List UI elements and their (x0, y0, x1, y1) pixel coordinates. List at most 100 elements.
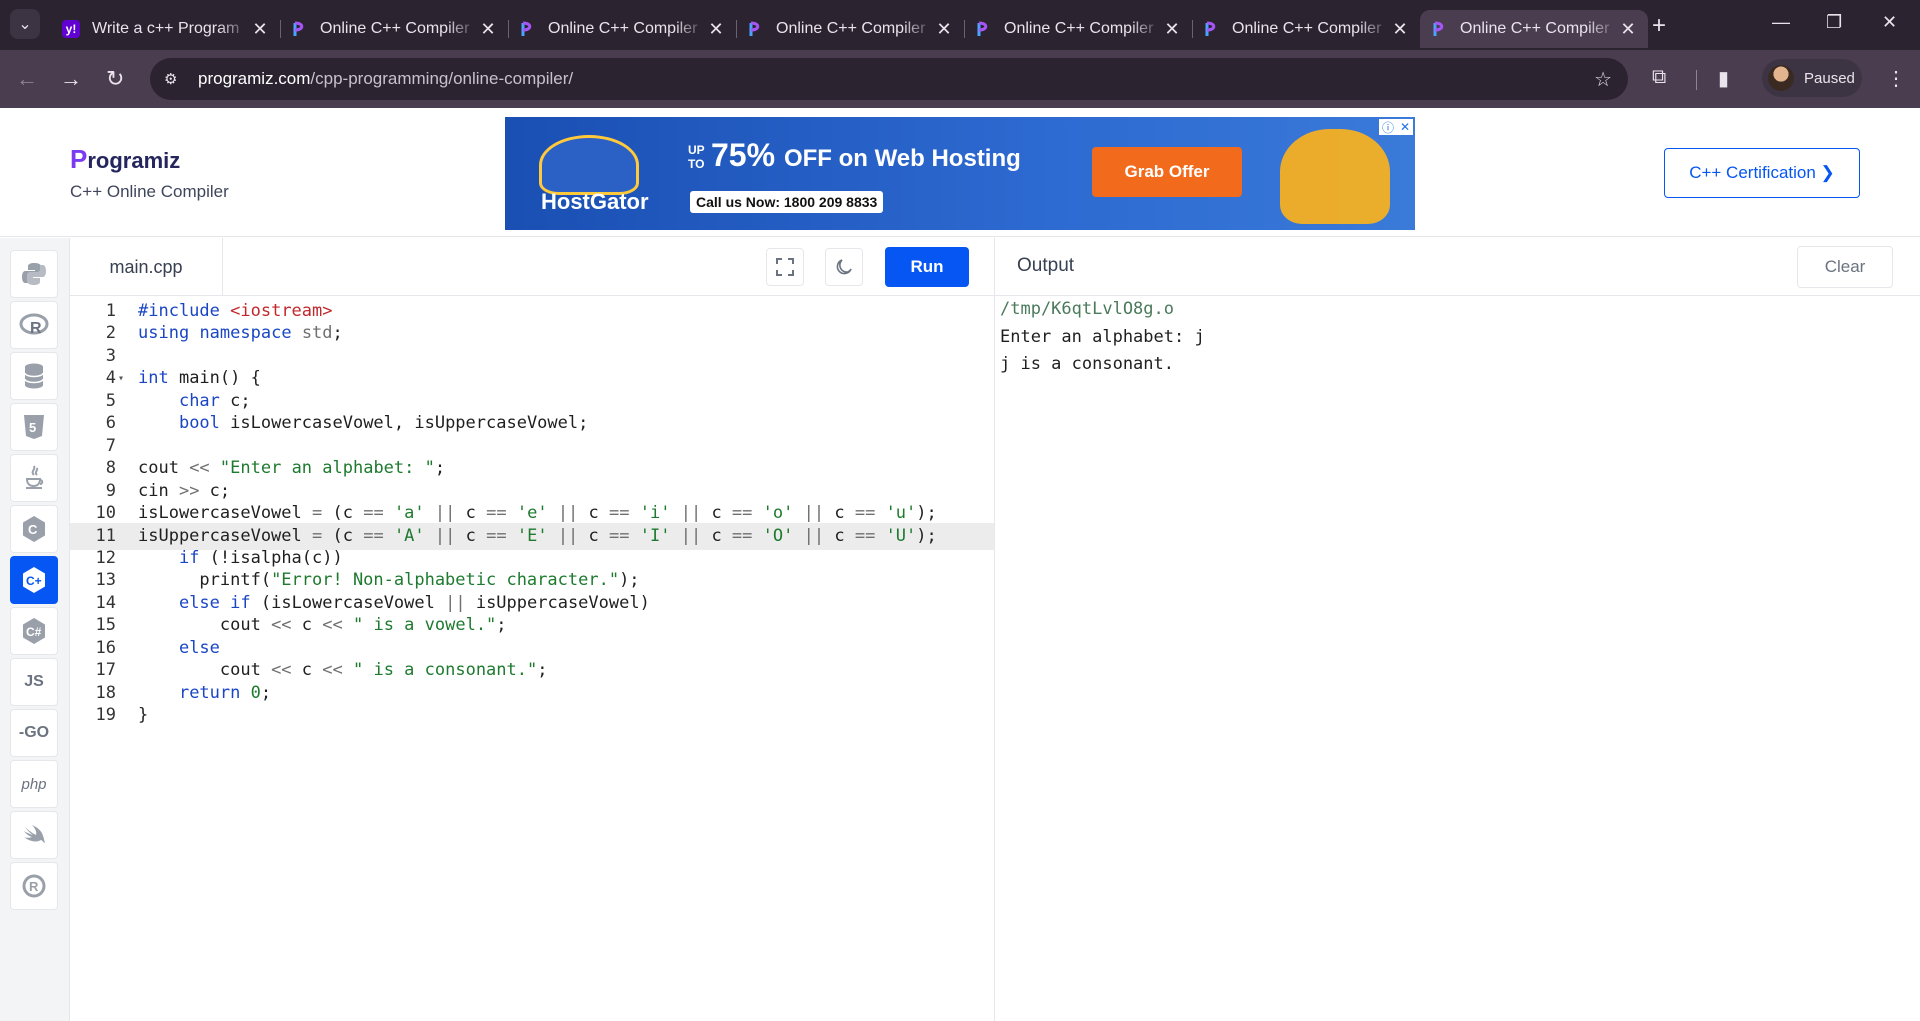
chevron-down-icon: ⌄ (18, 16, 32, 33)
tab-title: Online C++ Compiler (1232, 20, 1382, 37)
svg-text:C: C (28, 522, 38, 537)
close-icon[interactable]: ✕ (1400, 120, 1410, 134)
close-tab-icon[interactable]: ✕ (478, 19, 498, 40)
file-tab-main-cpp[interactable]: main.cpp (70, 238, 223, 296)
csharp-icon[interactable]: C# (10, 607, 58, 655)
pane-divider[interactable] (994, 238, 995, 1021)
profile-status: Paused (1804, 69, 1855, 87)
dark-mode-button[interactable] (825, 248, 863, 286)
js-label: JS (24, 673, 44, 690)
close-tab-icon[interactable]: ✕ (1618, 19, 1638, 40)
tab-search-button[interactable]: ⌄ (10, 9, 40, 39)
ad-choices[interactable]: ⓘ ✕ (1379, 119, 1413, 135)
c-icon[interactable]: C (10, 505, 58, 553)
minimize-icon[interactable]: — (1772, 12, 1790, 33)
certification-button[interactable]: C++ Certification ❯ (1664, 148, 1860, 198)
close-tab-icon[interactable]: ✕ (706, 19, 726, 40)
restore-icon[interactable]: ❐ (1826, 12, 1842, 33)
editor-header: main.cpp Run (70, 238, 995, 296)
ad-gator-image (1280, 129, 1390, 224)
tab-title: Online C++ Compiler (320, 20, 470, 37)
new-tab-icon[interactable]: + (1652, 12, 1666, 40)
ad-headline: 75% OFF on Web Hosting (711, 137, 1021, 173)
back-icon[interactable]: ← (16, 66, 38, 92)
programiz-icon (1430, 20, 1448, 38)
go-icon[interactable]: -GO (10, 709, 58, 757)
side-panel-icon[interactable]: ▮ (1718, 66, 1729, 91)
sql-icon[interactable] (10, 352, 58, 400)
browser-tab[interactable]: y! Write a c++ Program ✕ (52, 10, 280, 48)
programiz-icon (974, 20, 992, 38)
toolbar-divider (1696, 70, 1697, 90)
browser-tab[interactable]: Online C++ Compiler ✕ (280, 10, 508, 48)
avatar (1768, 65, 1794, 91)
language-sidebar: R 5 C C+ C# JS -GO php R (0, 238, 70, 1021)
fullscreen-icon (776, 258, 794, 276)
page-subtitle: C++ Online Compiler (70, 182, 229, 201)
browser-tab[interactable]: Online C++ Compiler ✕ (1192, 10, 1420, 48)
ad-brand: HostGator (541, 189, 649, 214)
svg-text:5: 5 (29, 420, 36, 435)
address-bar[interactable]: ⚙ programiz.com/cpp-programming/online-c… (150, 58, 1628, 100)
yahoo-icon: y! (62, 20, 80, 38)
browser-tab[interactable]: Online C++ Compiler ✕ (964, 10, 1192, 48)
ad-upto: UP TO (688, 143, 705, 171)
close-window-icon[interactable]: ✕ (1882, 12, 1897, 33)
ad-banner[interactable]: HostGator UP TO 75% OFF on Web Hosting C… (505, 117, 1415, 230)
browser-tab-strip: ⌄ y! Write a c++ Program ✕ Online C++ Co… (0, 0, 1920, 50)
svg-text:C+: C+ (26, 574, 42, 588)
code-line[interactable]: 19} (70, 702, 995, 730)
close-tab-icon[interactable]: ✕ (250, 19, 270, 40)
js-icon[interactable]: JS (10, 658, 58, 706)
output-console[interactable]: /tmp/K6qtLvlO8g.o Enter an alphabet: j j… (1000, 296, 1915, 1021)
swift-icon[interactable] (10, 811, 58, 859)
r-icon[interactable]: R (10, 301, 58, 349)
go-label: -GO (18, 724, 50, 741)
python-icon[interactable] (10, 250, 58, 298)
reload-icon[interactable]: ↻ (106, 66, 124, 92)
php-label: php (21, 775, 47, 793)
clear-button[interactable]: Clear (1797, 246, 1893, 288)
browser-toolbar: ← → ↻ ⚙ programiz.com/cpp-programming/on… (0, 50, 1920, 108)
site-header: Programiz C++ Online Compiler HostGator … (0, 108, 1920, 237)
programiz-logo[interactable]: Programiz (70, 144, 180, 175)
php-icon[interactable]: php (10, 760, 58, 808)
browser-tab[interactable]: Online C++ Compiler ✕ (508, 10, 736, 48)
forward-icon[interactable]: → (60, 66, 82, 92)
close-tab-icon[interactable]: ✕ (1162, 19, 1182, 40)
ad-mascot-image (539, 135, 639, 195)
close-tab-icon[interactable]: ✕ (934, 19, 954, 40)
java-icon[interactable] (10, 454, 58, 502)
svg-text:R: R (29, 879, 39, 894)
tab-title: Online C++ Compiler (1460, 20, 1610, 37)
moon-icon (836, 259, 852, 275)
ad-grab-offer-button[interactable]: Grab Offer (1092, 147, 1242, 197)
url-text: programiz.com/cpp-programming/online-com… (198, 69, 574, 88)
html5-icon[interactable]: 5 (10, 403, 58, 451)
svg-text:R: R (30, 320, 42, 337)
browser-tab[interactable]: Online C++ Compiler ✕ (736, 10, 964, 48)
browser-tab-active[interactable]: Online C++ Compiler ✕ (1420, 10, 1648, 48)
tab-list: y! Write a c++ Program ✕ Online C++ Comp… (52, 6, 1648, 50)
extensions-icon[interactable]: ⧉ (1652, 66, 1666, 89)
tab-title: Online C++ Compiler (1004, 20, 1154, 37)
bookmark-star-icon[interactable]: ☆ (1594, 67, 1612, 92)
programiz-icon (518, 20, 536, 38)
info-icon[interactable]: ⓘ (1382, 119, 1394, 136)
tab-title: Online C++ Compiler (776, 20, 926, 37)
code-editor[interactable]: 1 #include <iostream> 2 using namespace std… (70, 296, 995, 1021)
menu-kebab-icon[interactable]: ⋮ (1886, 66, 1906, 91)
run-button[interactable]: Run (885, 247, 969, 287)
fullscreen-button[interactable] (766, 248, 804, 286)
output-line: Enter an alphabet: j (1000, 326, 1205, 347)
close-tab-icon[interactable]: ✕ (1390, 19, 1410, 40)
cpp-icon[interactable]: C+ (10, 556, 58, 604)
programiz-icon (290, 20, 308, 38)
output-header: Output Clear (995, 238, 1920, 296)
line-number: 19 (95, 705, 116, 726)
code-text: } (138, 705, 149, 726)
profile-button[interactable]: Paused (1762, 59, 1862, 97)
rust-icon[interactable]: R (10, 862, 58, 910)
output-line: /tmp/K6qtLvlO8g.o (1000, 299, 1174, 319)
site-info-icon[interactable]: ⚙ (164, 70, 186, 88)
